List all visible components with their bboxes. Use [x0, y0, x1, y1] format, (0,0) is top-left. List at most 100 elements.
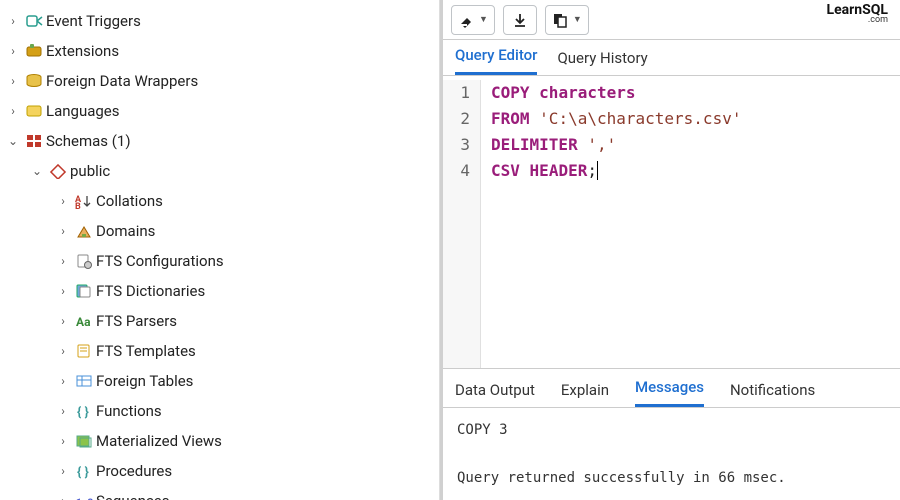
download-button[interactable] — [503, 5, 537, 35]
line-gutter: 1 2 3 4 — [443, 80, 481, 368]
code-line: COPY characters — [491, 80, 741, 106]
tab-notifications[interactable]: Notifications — [730, 381, 815, 407]
tree-item-event-triggers[interactable]: › Event Triggers — [0, 6, 439, 36]
tree-item-fts-dictionaries[interactable]: › FTS Dictionaries — [0, 276, 439, 306]
schemas-icon — [24, 132, 44, 150]
chevron-down-icon: ⌄ — [4, 134, 22, 148]
procedures-icon: { } — [74, 462, 94, 480]
main-pane: ▼ ▼ LearnSQL .com Query Editor Query His… — [440, 0, 900, 500]
tree-item-fts-configurations[interactable]: › FTS Configurations — [0, 246, 439, 276]
tree-label: FTS Templates — [96, 342, 196, 360]
tree-label: Schemas (1) — [46, 132, 131, 150]
copy-button[interactable]: ▼ — [545, 5, 589, 35]
tree-item-collations[interactable]: › AB Collations — [0, 186, 439, 216]
dropdown-caret-icon: ▼ — [479, 14, 488, 25]
svg-text:{ }: { } — [77, 405, 89, 419]
chevron-right-icon: › — [54, 374, 72, 388]
chevron-right-icon: › — [4, 14, 22, 28]
chevron-right-icon: › — [54, 284, 72, 298]
tree-item-foreign-tables[interactable]: › Foreign Tables — [0, 366, 439, 396]
tab-data-output[interactable]: Data Output — [455, 381, 535, 407]
tree-item-domains[interactable]: › Domains — [0, 216, 439, 246]
tree-item-fts-templates[interactable]: › FTS Templates — [0, 336, 439, 366]
tree-item-fts-parsers[interactable]: › Aa FTS Parsers — [0, 306, 439, 336]
clear-button[interactable]: ▼ — [451, 5, 495, 35]
fts-config-icon — [74, 252, 94, 270]
tab-explain[interactable]: Explain — [561, 381, 609, 407]
code-line: FROM 'C:\a\characters.csv' — [491, 106, 741, 132]
chevron-right-icon: › — [54, 434, 72, 448]
languages-icon — [24, 102, 44, 120]
svg-text:{ }: { } — [77, 465, 89, 479]
tree-item-languages[interactable]: › Languages — [0, 96, 439, 126]
tree-label: FTS Parsers — [96, 312, 177, 330]
line-number: 2 — [443, 106, 470, 132]
tab-query-editor[interactable]: Query Editor — [455, 46, 537, 75]
code-editor[interactable]: 1 2 3 4 COPY characters FROM 'C:\a\chara… — [443, 76, 900, 368]
tree-item-procedures[interactable]: › { } Procedures — [0, 456, 439, 486]
download-icon — [512, 12, 528, 28]
fdw-icon — [24, 72, 44, 90]
domains-icon — [74, 222, 94, 240]
tree-label: Foreign Tables — [96, 372, 193, 390]
chevron-down-icon: ⌄ — [28, 164, 46, 178]
tree-item-public[interactable]: ⌄ public — [0, 156, 439, 186]
toolbar: ▼ ▼ LearnSQL .com — [443, 0, 900, 40]
svg-text:B: B — [75, 202, 81, 209]
chevron-right-icon: › — [54, 254, 72, 268]
tree-label: Procedures — [96, 462, 172, 480]
tree-label: Event Triggers — [46, 12, 141, 30]
extensions-icon — [24, 42, 44, 60]
event-triggers-icon — [24, 12, 44, 30]
chevron-right-icon: › — [4, 44, 22, 58]
chevron-right-icon: › — [4, 104, 22, 118]
fts-templates-icon — [74, 342, 94, 360]
chevron-right-icon: › — [54, 404, 72, 418]
copy-icon — [552, 12, 568, 28]
tree-label: public — [70, 162, 110, 180]
tree-label: Sequences — [96, 492, 169, 500]
chevron-right-icon: › — [54, 344, 72, 358]
tree-item-foreign-data-wrappers[interactable]: › Foreign Data Wrappers — [0, 66, 439, 96]
tree-label: Functions — [96, 402, 162, 420]
eraser-icon — [458, 12, 474, 28]
message-line: COPY 3 — [457, 418, 886, 442]
code-content: COPY characters FROM 'C:\a\characters.cs… — [481, 80, 741, 368]
tree-label: Foreign Data Wrappers — [46, 72, 198, 90]
sequences-icon: 1..3 — [74, 492, 94, 500]
schema-icon — [48, 162, 68, 180]
chevron-right-icon: › — [54, 314, 72, 328]
tree-item-extensions[interactable]: › Extensions — [0, 36, 439, 66]
line-number: 1 — [443, 80, 470, 106]
editor-tabs: Query Editor Query History — [443, 40, 900, 76]
brand-logo: LearnSQL .com — [827, 2, 888, 25]
mat-views-icon — [74, 432, 94, 450]
tree-item-sequences[interactable]: › 1..3 Sequences — [0, 486, 439, 500]
tree-item-functions[interactable]: › { } Functions — [0, 396, 439, 426]
line-number: 4 — [443, 158, 470, 184]
tree-label: FTS Dictionaries — [96, 282, 205, 300]
tab-messages[interactable]: Messages — [635, 378, 704, 407]
tree-label: Extensions — [46, 42, 119, 60]
fts-parsers-icon: Aa — [74, 312, 94, 330]
chevron-right-icon: › — [54, 194, 72, 208]
functions-icon: { } — [74, 402, 94, 420]
code-line: DELIMITER ',' — [491, 132, 741, 158]
tab-query-history[interactable]: Query History — [557, 49, 647, 75]
object-tree: › Event Triggers › Extensions › Foreign … — [0, 0, 440, 500]
tree-label: Domains — [96, 222, 155, 240]
collations-icon: AB — [74, 192, 94, 210]
chevron-right-icon: › — [54, 464, 72, 478]
tree-label: Languages — [46, 102, 120, 120]
chevron-right-icon: › — [54, 224, 72, 238]
code-line: CSV HEADER; — [491, 158, 741, 184]
line-number: 3 — [443, 132, 470, 158]
tree-label: Materialized Views — [96, 432, 222, 450]
tree-item-materialized-views[interactable]: › Materialized Views — [0, 426, 439, 456]
tree-item-schemas[interactable]: ⌄ Schemas (1) — [0, 126, 439, 156]
chevron-right-icon: › — [4, 74, 22, 88]
chevron-right-icon: › — [54, 494, 72, 500]
output-tabs: Data Output Explain Messages Notificatio… — [443, 368, 900, 408]
foreign-tables-icon — [74, 372, 94, 390]
tree-label: FTS Configurations — [96, 252, 224, 270]
